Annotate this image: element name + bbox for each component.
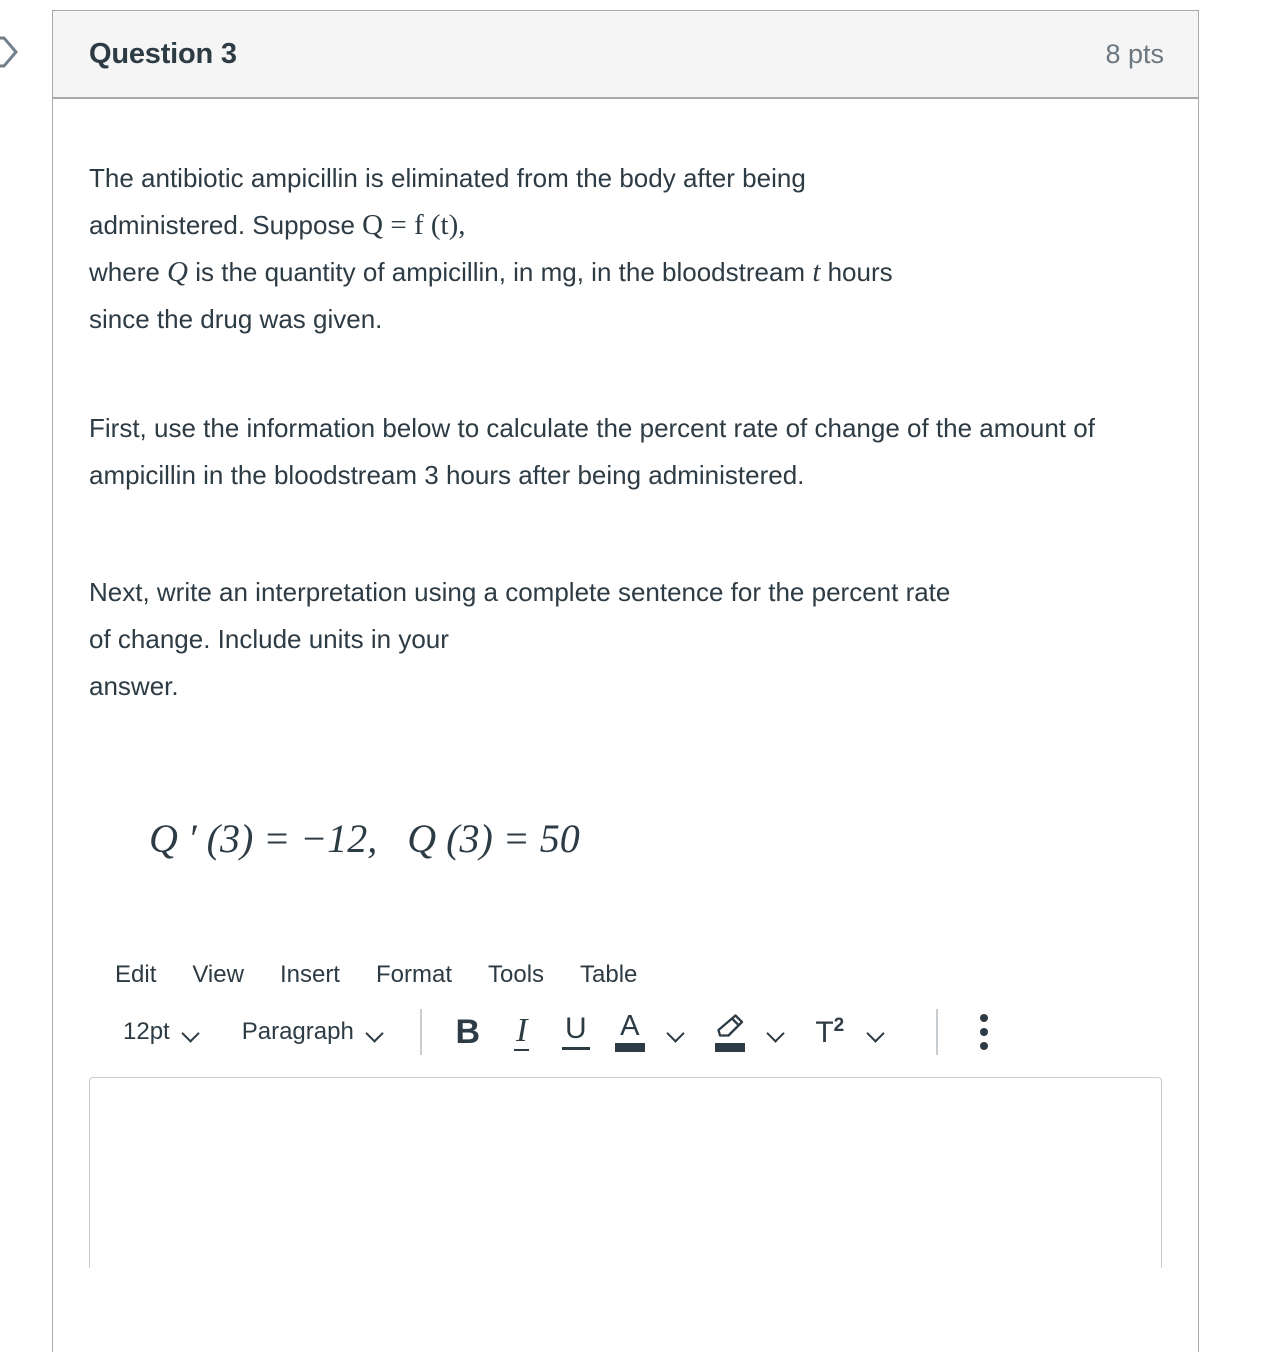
editor-menubar: Edit View Insert Format Tools Table bbox=[89, 951, 1162, 999]
superscript-dropdown[interactable] bbox=[856, 1006, 896, 1058]
display-math-given-values: Q ′ (3) = −12, Q (3) = 50 bbox=[89, 768, 1162, 909]
text-color-letter: A bbox=[620, 1010, 640, 1042]
menu-view[interactable]: View bbox=[190, 959, 246, 991]
chevron-down-icon bbox=[767, 1027, 785, 1037]
question-paragraph-1: The antibiotic ampicillin is eliminated … bbox=[89, 155, 1162, 343]
font-size-select[interactable]: 12pt bbox=[113, 1014, 210, 1050]
bold-button[interactable]: B bbox=[448, 1006, 488, 1058]
para3-line1: Next, write an interpretation using a co… bbox=[89, 577, 951, 607]
para1-line1: The antibiotic ampicillin is eliminated … bbox=[89, 163, 806, 193]
italic-icon: I bbox=[514, 1011, 530, 1051]
inline-math-q-equals-ft: Q = f (t), bbox=[362, 209, 466, 241]
superscript-letter: T bbox=[815, 1016, 834, 1049]
text-color-dropdown[interactable] bbox=[656, 1006, 696, 1058]
question-paragraph-2: First, use the information below to calc… bbox=[89, 413, 1095, 490]
chevron-down-icon bbox=[182, 1027, 200, 1037]
menu-insert[interactable]: Insert bbox=[278, 959, 342, 991]
para1-line3-suffix: hours bbox=[820, 257, 893, 287]
menu-table[interactable]: Table bbox=[578, 959, 639, 991]
question-paragraph-3: Next, write an interpretation using a co… bbox=[89, 569, 1162, 710]
font-size-value: 12pt bbox=[123, 1018, 170, 1045]
para1-line2-prefix: administered. Suppose bbox=[89, 210, 363, 240]
rich-content-editor: Edit View Insert Format Tools Table 12pt… bbox=[89, 951, 1162, 1065]
menu-edit[interactable]: Edit bbox=[113, 959, 158, 991]
editor-toolbar: 12pt Paragraph B I U A T2 bbox=[89, 999, 1162, 1065]
para3-line2: of change. Include units in your bbox=[89, 624, 449, 654]
question-points-badge: 8 pts bbox=[1105, 38, 1164, 69]
menu-tools[interactable]: Tools bbox=[486, 959, 546, 991]
chevron-down-icon bbox=[867, 1027, 885, 1037]
display-math-text: Q ′ (3) = −12, Q (3) = 50 bbox=[149, 816, 580, 861]
superscript-button[interactable]: T2 bbox=[810, 1006, 850, 1058]
chevron-down-icon bbox=[667, 1027, 685, 1037]
inline-math-var-q: Q bbox=[167, 256, 188, 288]
para3-line3: answer. bbox=[89, 671, 179, 701]
answer-textarea[interactable] bbox=[89, 1077, 1162, 1268]
highlight-color-icon bbox=[714, 1012, 746, 1052]
para1-line4: since the drug was given. bbox=[89, 304, 383, 334]
text-color-icon: A bbox=[614, 1010, 645, 1052]
highlight-color-swatch bbox=[714, 1043, 745, 1052]
bold-icon: B bbox=[455, 1013, 481, 1051]
highlight-color-button[interactable] bbox=[710, 1006, 750, 1058]
italic-button[interactable]: I bbox=[502, 1006, 542, 1058]
block-format-select[interactable]: Paragraph bbox=[232, 1014, 394, 1050]
text-color-button[interactable]: A bbox=[610, 1006, 650, 1058]
para1-line3-mid: is the quantity of ampicillin, in mg, in… bbox=[188, 257, 813, 287]
superscript-icon: T2 bbox=[815, 1016, 844, 1048]
bookmark-flag-icon bbox=[0, 34, 20, 70]
block-format-value: Paragraph bbox=[241, 1018, 354, 1045]
more-options-button[interactable] bbox=[964, 1006, 1004, 1058]
underline-button[interactable]: U bbox=[556, 1006, 596, 1058]
toolbar-divider bbox=[419, 1009, 422, 1055]
para1-line3-prefix: where bbox=[89, 257, 168, 287]
underline-icon: U bbox=[561, 1014, 590, 1050]
chevron-down-icon bbox=[366, 1027, 384, 1037]
page-title: Question 3 bbox=[89, 37, 237, 70]
question-body: The antibiotic ampicillin is eliminated … bbox=[53, 99, 1198, 1065]
text-color-swatch bbox=[614, 1043, 645, 1052]
menu-format[interactable]: Format bbox=[374, 959, 454, 991]
question-container: Question 3 8 pts The antibiotic ampicill… bbox=[52, 10, 1199, 1352]
highlight-color-dropdown[interactable] bbox=[756, 1006, 796, 1058]
toolbar-divider-2 bbox=[935, 1009, 938, 1055]
superscript-exponent: 2 bbox=[833, 1015, 845, 1036]
more-options-kebab-icon bbox=[979, 1006, 988, 1058]
question-header: Question 3 8 pts bbox=[53, 11, 1198, 99]
